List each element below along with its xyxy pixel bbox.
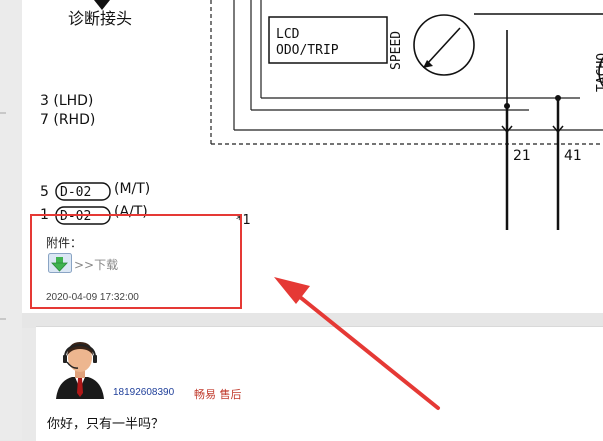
left-gutter — [0, 0, 22, 440]
lhd-label: 3 (LHD) — [40, 93, 93, 109]
rhd-label: 7 (RHD) — [40, 112, 95, 128]
wire-41-label: 41 — [564, 148, 582, 164]
highlight-box — [30, 214, 242, 309]
mt-pin-label: 5 — [40, 184, 49, 200]
gutter-tick — [0, 318, 6, 320]
avatar[interactable] — [54, 337, 106, 399]
lcd-label: LCD — [276, 27, 300, 42]
reply-username[interactable]: 18192608390 — [113, 387, 174, 398]
gutter-tick — [0, 112, 6, 114]
speed-label: SPEED — [389, 31, 404, 70]
mt-label: (M/T) — [114, 181, 150, 197]
post-reply: 18192608390 畅易 售后 你好，只有一半吗？ — [36, 326, 603, 441]
odo-trip-label: ODO/TRIP — [276, 43, 339, 58]
reply-content: 你好，只有一半吗？ — [47, 417, 165, 432]
connector-d02-mt: D-02 — [60, 185, 91, 200]
diagnostic-connector-caption: 诊断接头 — [68, 9, 132, 28]
wiring-diagram: 诊断接头 LCD ODO/TRIP SPEED TACHO 21 41 3 (L… — [40, 0, 603, 230]
wire-21-label: 21 — [513, 148, 531, 164]
reply-role-badge: 畅易 售后 — [194, 388, 242, 401]
